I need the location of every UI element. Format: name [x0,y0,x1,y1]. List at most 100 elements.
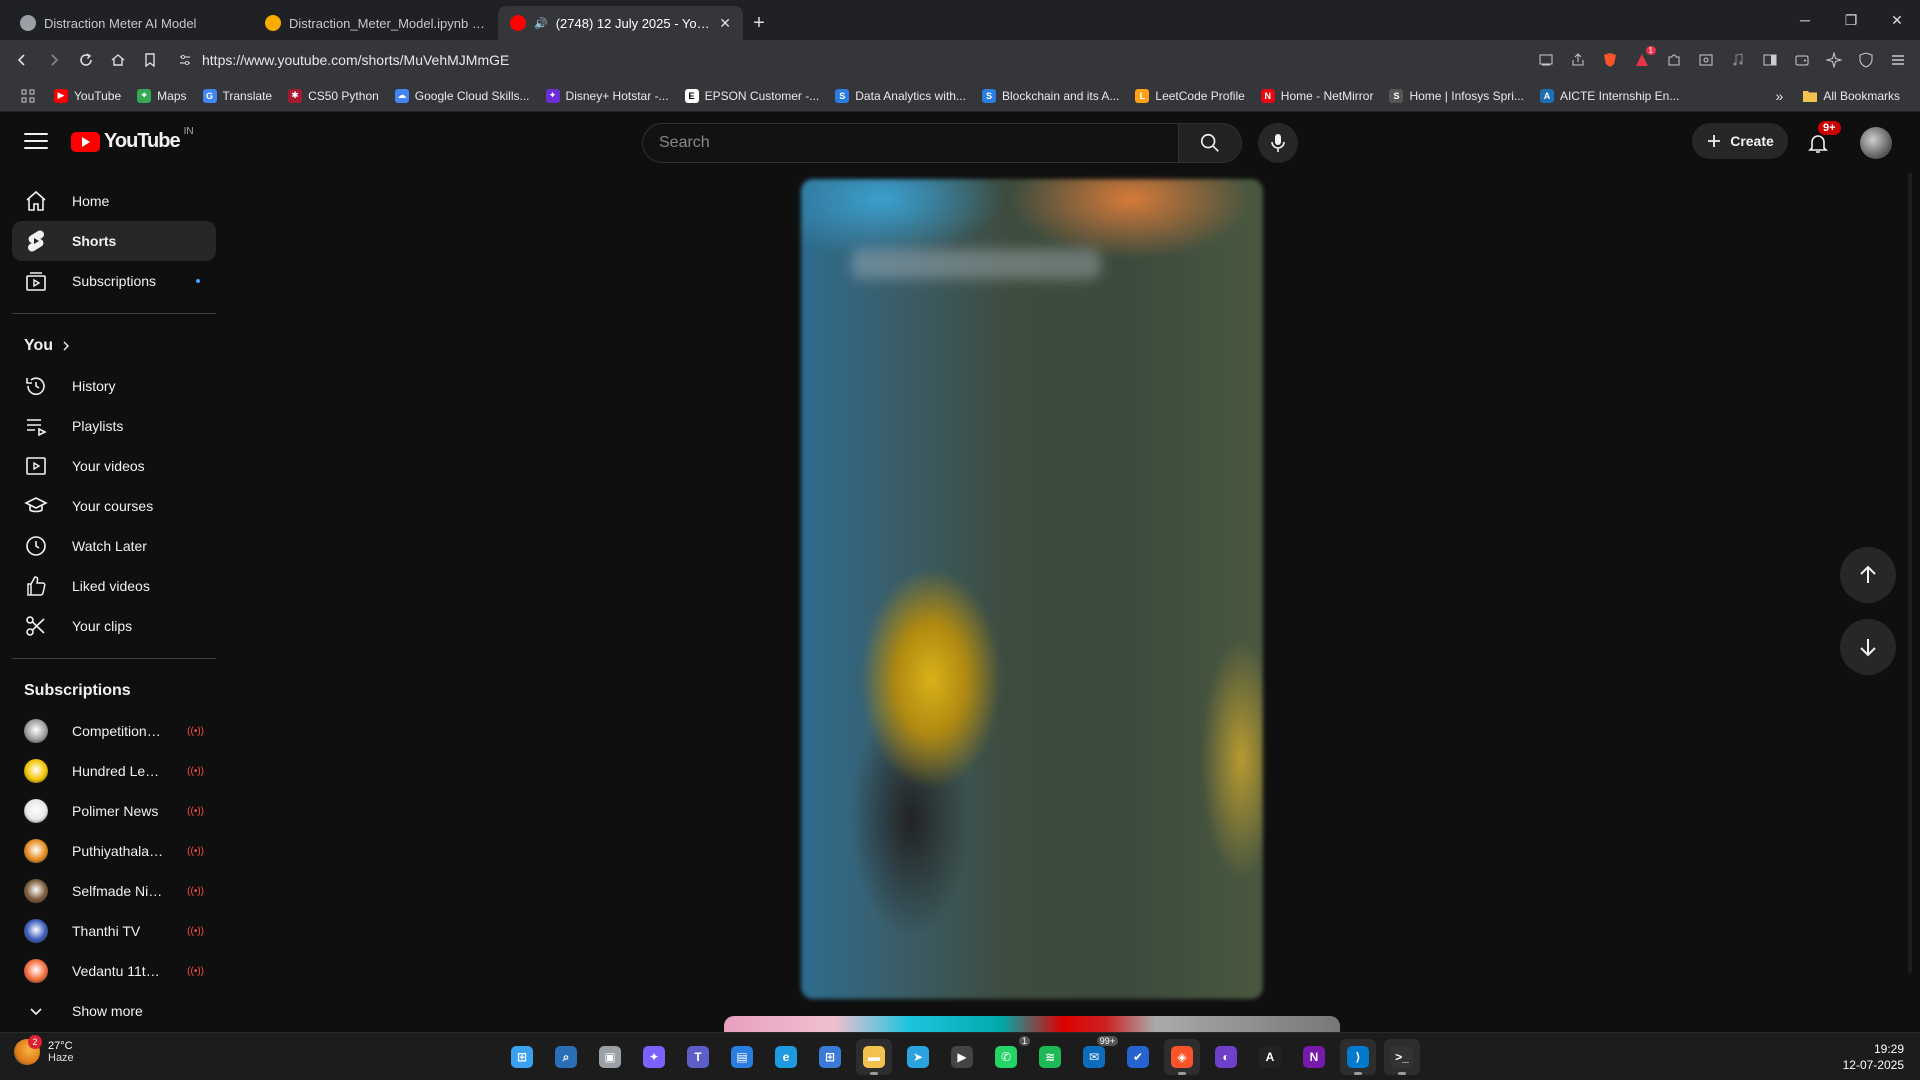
url-text[interactable]: https://www.youtube.com/shorts/MuVehMJMm… [202,52,509,68]
brave-rewards-button[interactable]: 1 [1628,46,1656,74]
sidebar-item[interactable]: Your courses [12,486,216,526]
subscription-channel[interactable]: Puthiyathalaimur... ((•)) [12,831,216,871]
subscription-channel[interactable]: Thanthi TV ((•)) [12,911,216,951]
taskbar-app[interactable]: ◐ [1208,1039,1244,1075]
bookmark-item[interactable]: G Translate [195,83,281,109]
taskbar-app[interactable]: ▣ [592,1039,628,1075]
like-icon [24,574,48,598]
bookmark-item[interactable]: L LeetCode Profile [1127,83,1252,109]
browser-tab[interactable]: Distraction_Meter_Model.ipynb - Col… [253,6,498,40]
taskbar-app[interactable]: ✔ [1120,1039,1156,1075]
browser-tab[interactable]: 🔊 (2748) 12 July 2025 - YouTube ✕ [498,6,743,40]
apps-grid-button[interactable] [12,83,44,109]
close-tab-icon[interactable]: ✕ [719,15,731,32]
sidebar-item[interactable]: Home [12,181,216,221]
weather-widget[interactable]: 2 27°C Haze [14,1035,74,1065]
bookmark-item[interactable]: N Home - NetMirror [1253,83,1382,109]
you-section-heading[interactable]: You [12,326,216,366]
taskbar-app[interactable]: ⊞ [504,1039,540,1075]
guide-menu-button[interactable] [24,129,48,153]
search-button[interactable] [1178,123,1242,163]
subscription-channel[interactable]: Vedantu 11th 12... ((•)) [12,951,216,991]
bookmark-item[interactable]: ✦ Disney+ Hotstar -... [538,83,677,109]
reload-button[interactable] [72,46,100,74]
vpn-button[interactable] [1852,46,1880,74]
sidebar-item[interactable]: Liked videos [12,566,216,606]
share-button[interactable] [1564,46,1592,74]
subscription-channel[interactable]: Competition Wall... ((•)) [12,711,216,751]
sidebar-item[interactable]: Shorts [12,221,216,261]
subscription-channel[interactable]: Hundred Learnin... ((•)) [12,751,216,791]
sidebar-item[interactable]: Subscriptions [12,261,216,301]
next-short-button[interactable] [1840,619,1896,675]
taskbar-app[interactable]: ✦ [636,1039,672,1075]
restore-button[interactable]: ❐ [1828,12,1874,29]
show-more-button[interactable]: Show more [12,991,216,1031]
media-control-button[interactable] [1724,46,1752,74]
audio-playing-icon[interactable]: 🔊 [534,17,548,30]
site-settings-icon[interactable] [178,53,192,67]
taskbar-app[interactable]: e [768,1039,804,1075]
bookmark-item[interactable]: S Data Analytics with... [827,83,974,109]
bookmark-item[interactable]: A AICTE Internship En... [1532,83,1687,109]
taskbar-app[interactable]: T [680,1039,716,1075]
more-bookmarks-button[interactable]: » [1776,88,1784,104]
taskbar-app[interactable]: ◈ [1164,1039,1200,1075]
subscription-channel[interactable]: Selfmade Ninja ... ((•)) [12,871,216,911]
taskbar-app[interactable]: ⟩ [1340,1039,1376,1075]
sidebar-toggle-button[interactable] [1756,46,1784,74]
sidebar-item[interactable]: Playlists [12,406,216,446]
taskbar-app[interactable]: ✆ 1 [988,1036,1030,1075]
taskbar-app[interactable]: N [1296,1039,1332,1075]
all-bookmarks-button[interactable]: All Bookmarks [1795,83,1908,109]
bookmark-item[interactable]: ☁ Google Cloud Skills... [387,83,538,109]
system-clock[interactable]: 19:29 12-07-2025 [1843,1041,1904,1073]
extensions-button[interactable] [1660,46,1688,74]
minimize-button[interactable]: ─ [1782,12,1828,28]
taskbar-app[interactable]: >_ [1384,1039,1420,1075]
leo-ai-button[interactable] [1820,46,1848,74]
account-avatar[interactable] [1860,127,1892,159]
address-bar[interactable]: https://www.youtube.com/shorts/MuVehMJMm… [168,45,1528,75]
sidebar-item[interactable]: Your clips [12,606,216,646]
shorts-video-player[interactable] [801,179,1263,999]
browser-menu-button[interactable] [1884,46,1912,74]
brave-shields-button[interactable] [1596,46,1624,74]
taskbar-app[interactable]: ➤ [900,1039,936,1075]
forward-button[interactable] [40,46,68,74]
bookmark-item[interactable]: S Blockchain and its A... [974,83,1127,109]
bookmark-item[interactable]: ✱ CS50 Python [280,83,387,109]
taskbar-app[interactable]: ⊞ [812,1039,848,1075]
previous-short-button[interactable] [1840,547,1896,603]
browser-tab[interactable]: Distraction Meter AI Model [8,6,253,40]
bookmark-item[interactable]: S Home | Infosys Spri... [1381,83,1532,109]
home-button[interactable] [104,46,132,74]
close-window-button[interactable]: ✕ [1874,12,1920,29]
taskbar-app[interactable]: ▶ [944,1039,980,1075]
taskbar-app[interactable]: ≋ [1032,1039,1068,1075]
bookmark-page-button[interactable] [136,46,164,74]
youtube-logo[interactable]: YouTube IN [71,126,194,153]
taskbar-app[interactable]: ▤ [724,1039,760,1075]
create-button[interactable]: Create [1692,123,1788,159]
new-tab-button[interactable]: + [743,6,775,40]
taskbar-app[interactable]: ✉ 99+ [1076,1036,1118,1075]
next-short-preview[interactable] [724,1016,1340,1032]
search-input[interactable] [642,123,1178,163]
taskbar-app[interactable]: A [1252,1039,1288,1075]
bookmark-item[interactable]: E EPSON Customer -... [677,83,828,109]
subscription-channel[interactable]: Polimer News ((•)) [12,791,216,831]
sidebar-item[interactable]: Watch Later [12,526,216,566]
back-button[interactable] [8,46,36,74]
taskbar-app[interactable]: ▬ [856,1039,892,1075]
taskbar-app[interactable]: ⌕ [548,1039,584,1075]
tab-search-button[interactable] [1692,46,1720,74]
voice-search-button[interactable] [1258,123,1298,163]
bookmark-item[interactable]: ▶ YouTube [46,83,129,109]
cast-button[interactable] [1532,46,1560,74]
bookmark-item[interactable]: ⌖ Maps [129,83,194,109]
sidebar-item[interactable]: History [12,366,216,406]
page-scrollbar[interactable] [1908,173,1912,973]
wallet-button[interactable] [1788,46,1816,74]
sidebar-item[interactable]: Your videos [12,446,216,486]
